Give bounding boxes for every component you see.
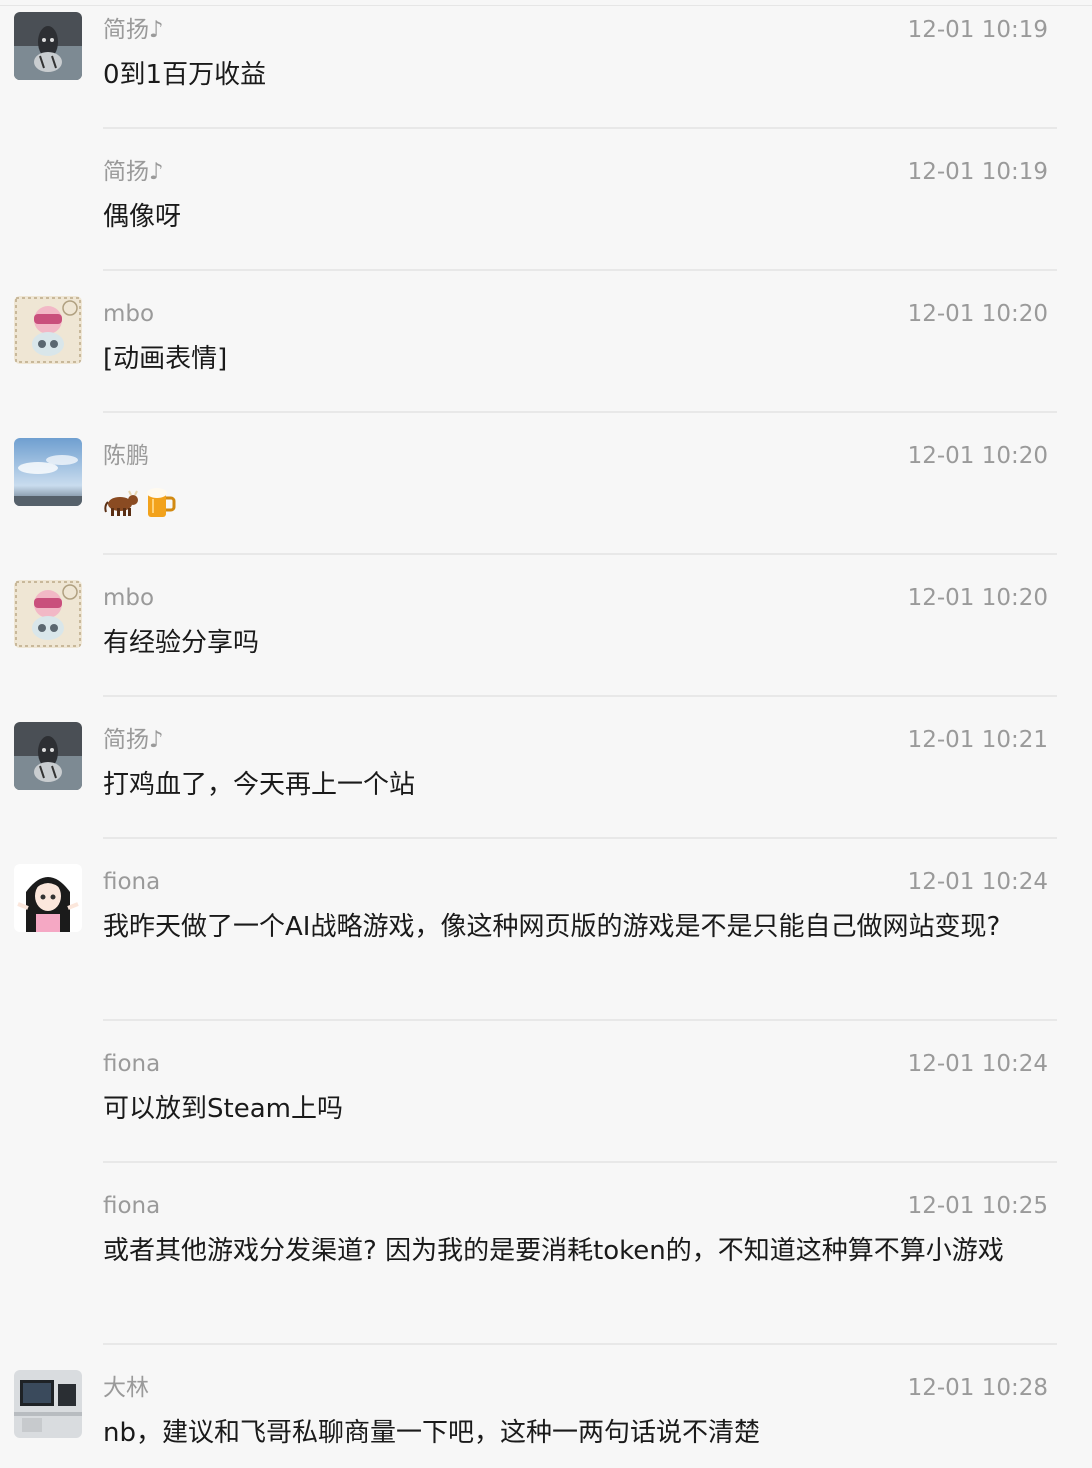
message-text: 有经验分享吗: [103, 628, 260, 658]
top-divider: [0, 5, 1092, 6]
timestamp: 12-01 10:25: [907, 1193, 1048, 1219]
timestamp: 12-01 10:24: [907, 1051, 1048, 1077]
message-text: 0到1百万收益: [103, 60, 267, 90]
message-text: 打鸡血了，今天再上一个站: [103, 770, 416, 800]
avatar[interactable]: [14, 438, 82, 506]
sender-name[interactable]: fiona: [103, 1048, 160, 1080]
timestamp: 12-01 10:20: [907, 301, 1048, 327]
message-text: 或者其他游戏分发渠道? 因为我的是要消耗token的，不知道这种算不算小游戏: [103, 1236, 1004, 1266]
avatar[interactable]: [14, 580, 82, 648]
sender-name[interactable]: 简扬♪: [103, 724, 164, 756]
sender-name[interactable]: mbo: [103, 298, 154, 330]
divider: [103, 553, 1057, 555]
divider: [103, 1019, 1057, 1021]
message-text: [动画表情]: [103, 344, 228, 374]
timestamp: 12-01 10:20: [907, 443, 1048, 469]
sender-name[interactable]: 大林: [103, 1372, 149, 1404]
divider: [103, 695, 1057, 697]
sender-name[interactable]: 简扬♪: [103, 156, 164, 188]
timestamp: 12-01 10:21: [907, 727, 1048, 753]
sender-name[interactable]: 简扬♪: [103, 14, 164, 46]
sender-name[interactable]: mbo: [103, 582, 154, 614]
sender-name[interactable]: fiona: [103, 1190, 160, 1222]
sender-name[interactable]: 陈鹏: [103, 440, 149, 472]
avatar[interactable]: [14, 864, 82, 932]
timestamp: 12-01 10:20: [907, 585, 1048, 611]
sender-name[interactable]: fiona: [103, 866, 160, 898]
divider: [103, 411, 1057, 413]
timestamp: 12-01 10:19: [907, 17, 1048, 43]
divider: [103, 269, 1057, 271]
message-text: 可以放到Steam上吗: [103, 1094, 343, 1124]
message-text: 我昨天做了一个AI战略游戏，像这种网页版的游戏是不是只能自己做网站变现?: [103, 912, 1001, 942]
avatar[interactable]: [14, 12, 82, 80]
timestamp: 12-01 10:24: [907, 869, 1048, 895]
divider: [103, 1343, 1057, 1345]
cow-emoji: [104, 490, 138, 516]
divider: [103, 1161, 1057, 1163]
divider: [103, 127, 1057, 129]
message-text: 偶像呀: [103, 202, 182, 232]
timestamp: 12-01 10:28: [907, 1375, 1048, 1401]
avatar[interactable]: [14, 296, 82, 364]
message-text: nb，建议和飞哥私聊商量一下吧，这种一两句话说不清楚: [103, 1418, 760, 1448]
divider: [103, 837, 1057, 839]
avatar[interactable]: [14, 1370, 82, 1438]
message-emojis: [103, 481, 1053, 519]
timestamp: 12-01 10:19: [907, 159, 1048, 185]
avatar[interactable]: [14, 722, 82, 790]
beer-emoji: [147, 488, 176, 517]
